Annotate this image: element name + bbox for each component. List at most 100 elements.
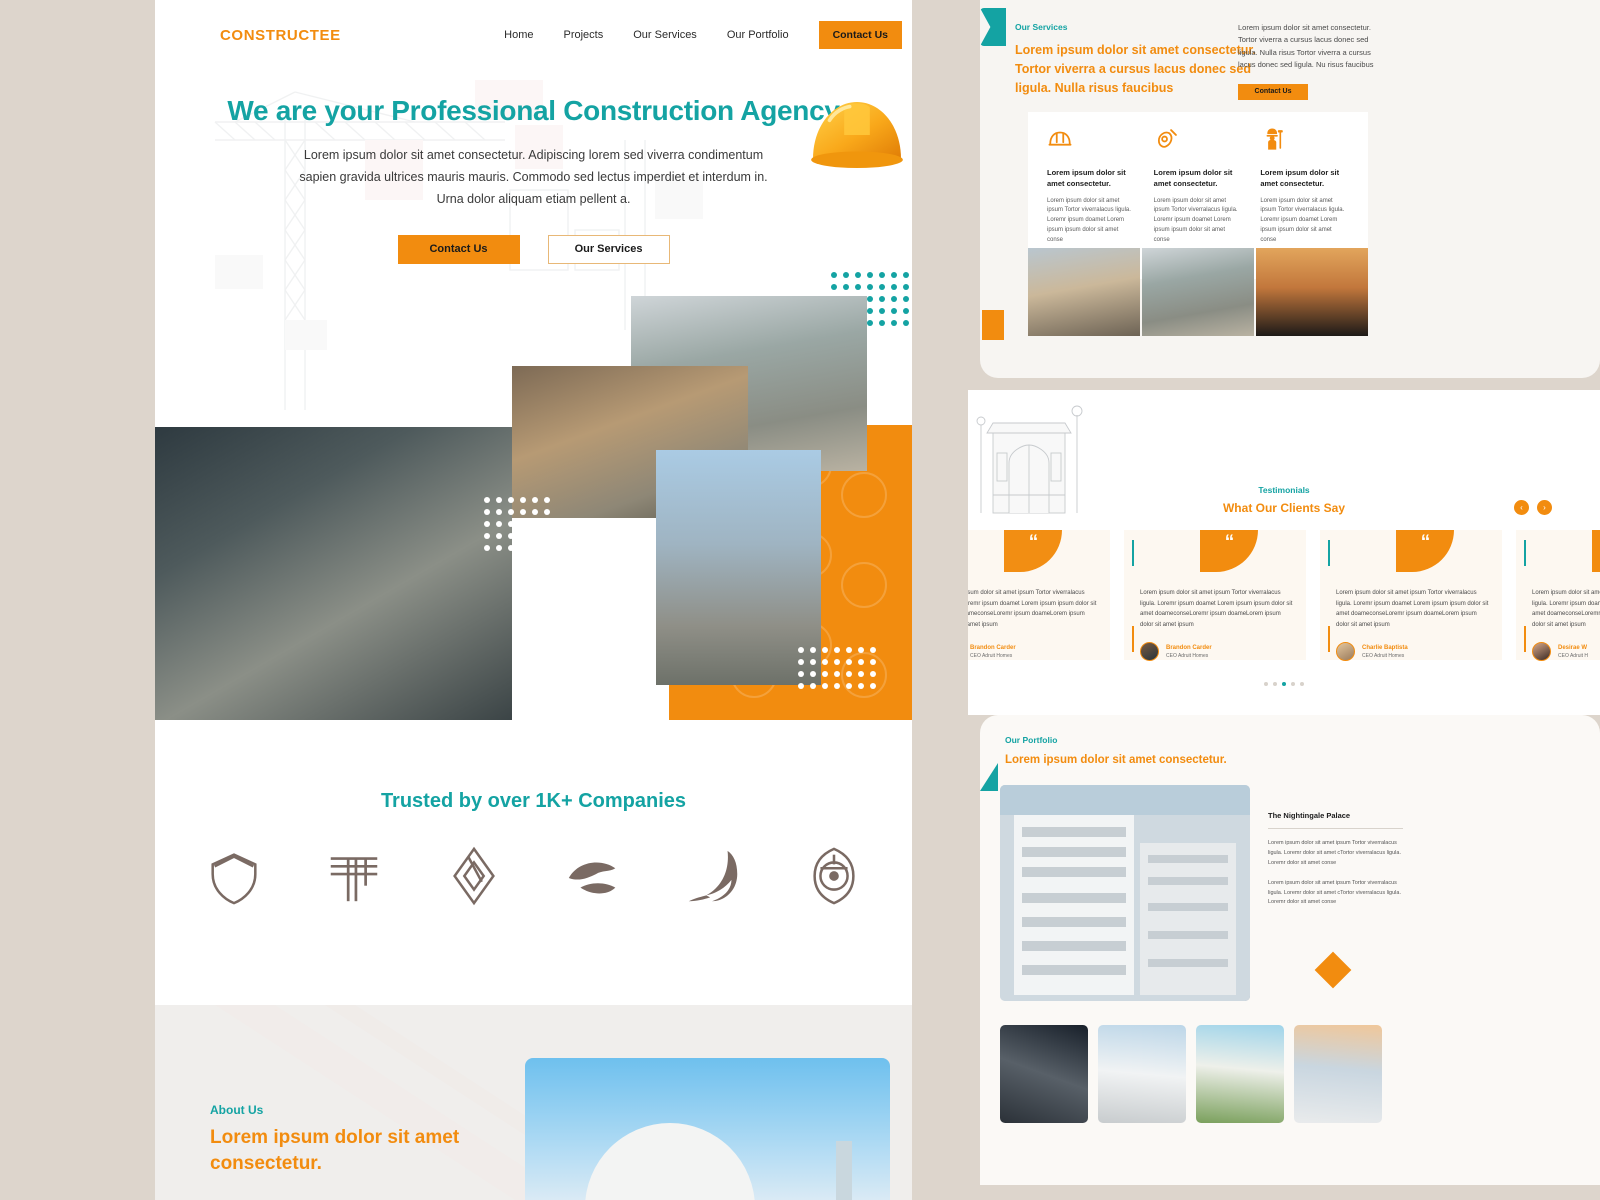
photo-rebar-tower-workers: [656, 450, 821, 685]
testimonial-text: Lorem ipsum dolor sit amet ipsum Tortor …: [1140, 590, 1293, 628]
testimonial-role: CEO Adruit Homes: [1166, 652, 1209, 659]
portfolio-building-render: [1000, 785, 1250, 1001]
brand-logo[interactable]: CONSTRUCTEE: [220, 27, 341, 44]
hero-paragraph: Lorem ipsum dolor sit amet consectetur. …: [299, 148, 768, 206]
target-circle-logo-icon: [812, 847, 855, 905]
testimonial-name: Desirae W: [1558, 644, 1588, 651]
orange-tab-decor: [982, 310, 1004, 340]
photo-building-frame: [1028, 248, 1140, 336]
testimonial-person: Brandon Carder CEO Adruit Homes: [968, 642, 1098, 661]
testimonials-section: Testimonials What Our Clients Say ‹ › “ …: [968, 390, 1600, 715]
testimonial-role: CEO Adruit Homes: [1362, 652, 1405, 659]
testimonial-card[interactable]: “ Lorem ipsum dolor sit amet ipsum Torto…: [1516, 530, 1600, 661]
testimonials-eyebrow: Testimonials: [1258, 485, 1310, 495]
teal-accent-bar: [1524, 540, 1526, 566]
testimonial-text: Lorem ipsum dolor sit amet ipsum Tortor …: [1532, 590, 1600, 628]
portfolio-thumbnail[interactable]: [1196, 1025, 1284, 1123]
portfolio-detail: The Nightingale Palace Lorem ipsum dolor…: [1268, 811, 1403, 908]
teal-accent-bar: [1328, 540, 1330, 566]
testimonial-person: Charlie Baptista CEO Adruit Homes: [1336, 642, 1490, 661]
services-title: Lorem ipsum dolor sit amet consectetur. …: [1015, 43, 1257, 95]
testimonials-track: “ Lorem ipsum dolor sit amet ipsum Torto…: [968, 530, 1600, 661]
teal-accent-bar: [1132, 540, 1134, 566]
nav-item-our-portfolio[interactable]: Our Portfolio: [727, 29, 789, 41]
pagination-dot[interactable]: [1273, 682, 1277, 686]
portfolio-thumbnail[interactable]: [1000, 1025, 1088, 1123]
trowel-icon: [1157, 129, 1177, 148]
pagination-dot-active[interactable]: [1282, 682, 1286, 686]
testimonial-role: CEO Adruit Homes: [970, 652, 1013, 659]
testimonial-person: Desirae W CEO Adruit H: [1532, 642, 1600, 661]
portfolio-heading-group: Our Portfolio Lorem ipsum dolor sit amet…: [1005, 735, 1235, 769]
diamond-rhombus-logo-icon: [452, 846, 495, 906]
page-root: CONSTRUCTEE Home Projects Our Services O…: [0, 0, 1600, 1200]
teal-tab-decor: [980, 8, 1006, 46]
services-eyebrow: Our Services: [1015, 22, 1068, 32]
testimonials-heading-group: Testimonials What Our Clients Say: [968, 485, 1600, 515]
hero-image-collage: [155, 255, 912, 720]
avatar: [1140, 642, 1159, 661]
pagination-dot[interactable]: [1291, 682, 1295, 686]
about-photo-dome-building: [525, 1058, 890, 1200]
hard-hat-icon: [1048, 131, 1072, 146]
services-contact-us-button[interactable]: Contact Us: [1238, 83, 1308, 100]
services-section: Our Services Lorem ipsum dolor sit amet …: [980, 0, 1600, 378]
portfolio-title: Lorem ipsum dolor sit amet consectetur.: [1005, 754, 1227, 766]
photo-sunset-silhouette-workers: [1256, 248, 1368, 336]
nav-item-projects[interactable]: Projects: [563, 29, 603, 41]
hard-hat-illustration: [811, 102, 903, 168]
pagination-dot[interactable]: [1300, 682, 1304, 686]
worker-person-icon: [1266, 128, 1284, 150]
quote-mark-icon: “: [1396, 530, 1454, 572]
service-card-body: Lorem ipsum dolor sit amet ipsum Tortor …: [1260, 197, 1345, 244]
service-card-title: Lorem ipsum dolor sit amet consectetur.: [1153, 168, 1233, 189]
testimonial-card[interactable]: “ Lorem ipsum dolor sit amet ipsum Torto…: [1124, 530, 1306, 661]
testimonial-person: Brandon Carder CEO Adruit Homes: [1140, 642, 1294, 661]
client-logo-row: [155, 845, 912, 907]
hero-title: We are your Professional Construction Ag…: [227, 95, 840, 126]
orange-accent-bar: [1328, 626, 1330, 652]
about-eyebrow: About Us: [210, 1103, 264, 1117]
services-heading-group: Our Services Lorem ipsum dolor sit amet …: [1015, 22, 1265, 97]
divider: [1268, 828, 1403, 829]
quote-mark-icon: “: [1200, 530, 1258, 572]
about-title: Lorem ipsum dolor sit amet consectetur.: [210, 1127, 460, 1174]
testimonial-card[interactable]: “ Lorem ipsum dolor sit amet ipsum Torto…: [968, 530, 1110, 660]
testimonial-card[interactable]: “ Lorem ipsum dolor sit amet ipsum Torto…: [1320, 530, 1502, 661]
testimonial-name: Brandon Carder: [970, 644, 1016, 651]
portfolio-eyebrow: Our Portfolio: [1005, 735, 1058, 745]
services-side-group: Lorem ipsum dolor sit amet consectetur. …: [1238, 22, 1388, 100]
trusted-by-section: Trusted by over 1K+ Companies: [155, 725, 912, 1005]
testimonials-title: What Our Clients Say: [1222, 501, 1346, 515]
bird-wing-logo-icon: [688, 850, 737, 902]
portfolio-paragraph-2: Lorem ipsum dolor sit amet ipsum Tortor …: [1268, 879, 1401, 906]
trusted-title: Trusted by over 1K+ Companies: [380, 790, 687, 812]
service-card[interactable]: Lorem ipsum dolor sit amet consectetur. …: [1251, 126, 1358, 261]
service-card[interactable]: Lorem ipsum dolor sit amet consectetur. …: [1038, 126, 1145, 261]
portfolio-main-photo[interactable]: [1000, 785, 1250, 1001]
testimonial-name: Charlie Baptista: [1362, 644, 1408, 651]
wave-c-logo-icon: [568, 862, 615, 894]
right-page-panel: Our Services Lorem ipsum dolor sit amet …: [968, 0, 1600, 1200]
pagination-dot[interactable]: [1264, 682, 1268, 686]
about-section: About Us Lorem ipsum dolor sit amet cons…: [155, 1005, 912, 1200]
services-side-paragraph: Lorem ipsum dolor sit amet consectetur. …: [1238, 23, 1374, 70]
nav-item-our-services[interactable]: Our Services: [633, 29, 697, 41]
avatar: [1532, 642, 1551, 661]
portfolio-project-name: The Nightingale Palace: [1268, 811, 1351, 820]
nav-contact-us-button[interactable]: Contact Us: [818, 21, 902, 49]
testimonials-pagination: [968, 682, 1600, 686]
carousel-prev-button[interactable]: ‹: [1514, 500, 1529, 515]
service-card-title: Lorem ipsum dolor sit amet consectetur.: [1260, 168, 1340, 189]
nav-item-home[interactable]: Home: [504, 29, 533, 41]
testimonial-text: Lorem ipsum dolor sit amet ipsum Tortor …: [1336, 590, 1489, 628]
testimonials-carousel-arrows: ‹ ›: [1514, 500, 1552, 515]
service-card[interactable]: Lorem ipsum dolor sit amet consectetur. …: [1145, 126, 1252, 261]
portfolio-thumbnail[interactable]: [1098, 1025, 1186, 1123]
photo-worker-helmet-main: [155, 427, 512, 720]
orange-accent-bar: [1524, 626, 1526, 652]
carousel-next-button[interactable]: ›: [1537, 500, 1552, 515]
portfolio-thumbnail[interactable]: [1294, 1025, 1382, 1123]
white-dot-pattern-left: [484, 497, 550, 551]
quote-mark-icon: “: [1592, 530, 1600, 572]
